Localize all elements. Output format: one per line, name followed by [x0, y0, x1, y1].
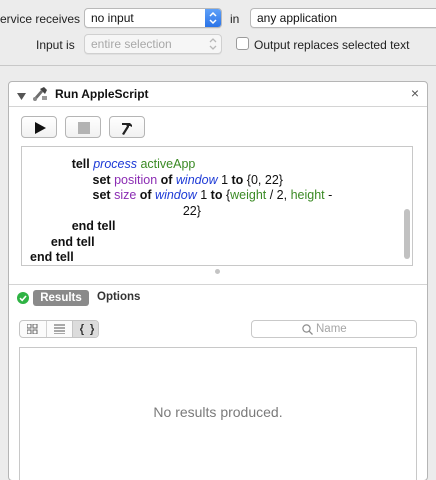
list-icon — [54, 324, 65, 334]
disclosure-triangle-icon[interactable] — [17, 90, 26, 104]
code-token: to — [210, 188, 226, 202]
code-token: to — [231, 172, 247, 187]
code-token: set — [92, 188, 115, 202]
code-token: height — [290, 188, 325, 202]
in-label: in — [230, 12, 240, 26]
code-token: 22} — [182, 203, 201, 218]
code-line: end tell — [30, 219, 332, 235]
code-token: window — [175, 172, 222, 187]
script-editor[interactable]: tell process activeApp set position of w… — [21, 146, 413, 266]
close-icon[interactable]: × — [411, 85, 419, 101]
view-mode-segmented-control — [19, 320, 99, 338]
action-header: Run AppleScript × — [9, 82, 427, 106]
code-token: process — [93, 157, 141, 171]
code-line: tell process activeApp — [30, 157, 332, 173]
code-token: window — [155, 188, 201, 202]
results-divider — [9, 284, 427, 285]
editor-scrollbar[interactable] — [404, 209, 410, 259]
input-is-popup[interactable]: entire selection — [84, 34, 222, 54]
code-token: end tell — [50, 234, 95, 249]
tab-options[interactable]: Options — [97, 291, 140, 303]
code-token: of — [160, 172, 176, 187]
service-settings-bar: ervice receives no input in any applicat… — [0, 0, 436, 66]
action-title: Run AppleScript — [55, 87, 149, 101]
run-button[interactable] — [21, 116, 57, 138]
code-line: end tell — [30, 235, 332, 251]
run-applescript-action: Run AppleScript × tell process activeApp… — [8, 81, 428, 480]
code-token: size — [114, 188, 140, 202]
results-search-field[interactable] — [251, 320, 417, 338]
input-is-value: entire selection — [91, 37, 172, 51]
code-line: 22} — [30, 204, 332, 220]
script-code[interactable]: tell process activeApp set position of w… — [30, 157, 333, 265]
popup-arrows-icon — [205, 35, 221, 53]
code-token: {0, 22} — [246, 172, 283, 187]
code-token: end tell — [30, 250, 74, 264]
code-token: 1 — [200, 188, 211, 202]
icon-view-button[interactable] — [20, 321, 46, 337]
header-divider — [9, 106, 427, 107]
input-is-label: Input is — [36, 38, 75, 52]
source-view-button[interactable] — [72, 321, 98, 337]
tab-results[interactable]: Results — [33, 290, 89, 306]
application-popup[interactable]: any application — [250, 8, 436, 28]
stop-icon — [78, 122, 90, 134]
code-token: end tell — [71, 219, 116, 233]
braces-icon — [80, 324, 94, 335]
hammer-icon — [122, 123, 132, 135]
output-replaces-checkbox[interactable] — [236, 37, 249, 50]
code-line: set position of window 1 to {0, 22} — [30, 173, 332, 189]
grid-icon — [27, 324, 38, 334]
service-receives-popup[interactable]: no input — [84, 8, 222, 28]
code-token: position — [114, 172, 161, 187]
code-token: activeApp — [140, 157, 196, 171]
compile-button[interactable] — [109, 116, 145, 138]
applescript-icon — [31, 86, 49, 105]
play-icon — [35, 122, 46, 134]
output-replaces-label: Output replaces selected text — [254, 38, 410, 52]
code-token: weight — [230, 188, 267, 202]
list-view-button[interactable] — [46, 321, 72, 337]
code-line: end tell — [30, 250, 332, 265]
popup-arrows-icon — [205, 9, 221, 27]
editor-resize-handle[interactable] — [215, 269, 220, 274]
success-check-icon — [17, 292, 29, 307]
code-token: set — [92, 172, 115, 187]
results-area: No results produced. — [19, 347, 417, 480]
search-input[interactable] — [316, 322, 412, 336]
code-token: of — [139, 188, 156, 202]
application-value: any application — [257, 11, 338, 25]
code-token: tell — [71, 157, 94, 171]
service-receives-value: no input — [91, 11, 134, 25]
code-token: - — [324, 188, 333, 202]
empty-results-message: No results produced. — [153, 404, 283, 420]
search-icon — [302, 324, 313, 335]
code-line: set size of window 1 to {weight / 2, hei… — [30, 188, 333, 204]
stop-button[interactable] — [65, 116, 101, 138]
code-token: 1 — [221, 172, 232, 187]
code-token: / 2, — [266, 188, 291, 202]
service-receives-label: ervice receives — [0, 12, 81, 26]
